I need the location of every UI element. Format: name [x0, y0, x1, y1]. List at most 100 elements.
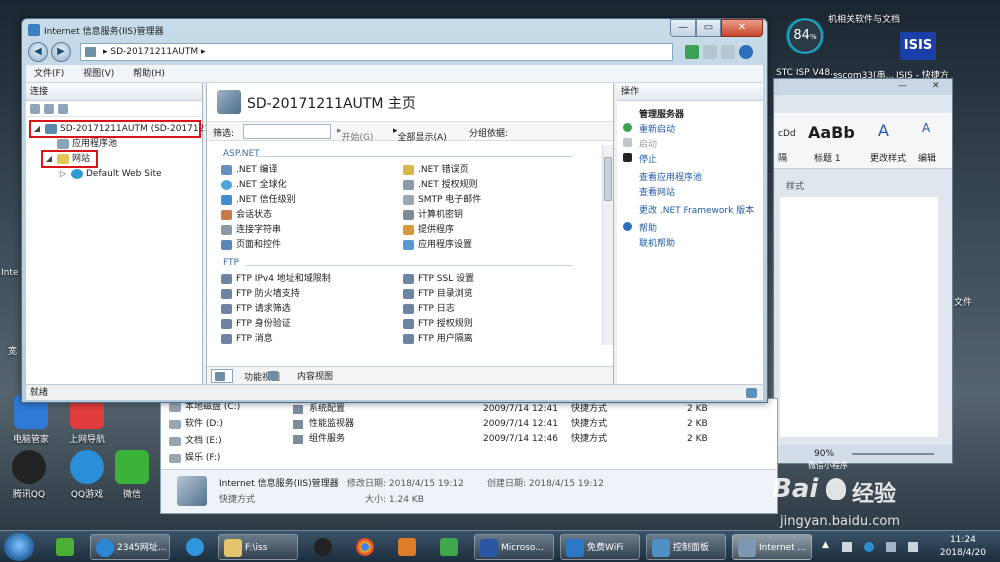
word-zoom-slider[interactable]	[852, 453, 934, 455]
feature-item[interactable]: .NET 授权规则	[403, 178, 478, 192]
feature-item[interactable]: .NET 错误页	[403, 163, 469, 177]
start-button[interactable]	[4, 533, 34, 561]
refresh-icon[interactable]	[58, 104, 68, 114]
filter-input[interactable]	[243, 124, 331, 139]
scrollbar-thumb[interactable]	[604, 157, 612, 201]
isis-icon[interactable]: ISIS	[900, 32, 936, 60]
group-by-label[interactable]: 分组依据:	[469, 126, 508, 139]
desktop-top-item[interactable]: 文件	[954, 295, 972, 308]
feature-item[interactable]: FTP 授权规则	[403, 317, 473, 331]
feature-item[interactable]: 应用程序设置	[403, 238, 472, 252]
connect-icon[interactable]	[685, 45, 699, 59]
volume-icon[interactable]	[908, 542, 918, 552]
taskbar-item-control-panel[interactable]: 控制面板	[646, 534, 726, 560]
tray-expand-icon[interactable]: ▲	[822, 540, 829, 550]
tab-content-view[interactable]: 内容视图	[265, 369, 333, 383]
table-row[interactable]: 系统配置 2009/7/14 12:41 快捷方式 2 KB	[289, 402, 769, 417]
feature-item[interactable]: .NET 编译	[221, 163, 278, 177]
show-all-button[interactable]: ▸ 全部显示(A)	[393, 126, 447, 143]
forward-button[interactable]: ▶	[51, 42, 71, 62]
action-view-sites[interactable]: 查看网站	[639, 185, 675, 198]
taskbar-qq[interactable]	[306, 534, 340, 560]
feature-item[interactable]: FTP 身份验证	[221, 317, 291, 331]
home-icon[interactable]	[721, 45, 735, 59]
action-online-help[interactable]: 联机帮助	[639, 236, 675, 249]
tray-app-icon[interactable]	[842, 542, 852, 552]
maximize-button[interactable]: ▭	[696, 19, 721, 37]
tree-node-app-pools[interactable]: 应用程序池	[44, 137, 117, 151]
menu-help[interactable]: 帮助(H)	[125, 65, 173, 83]
desktop-top-item[interactable]: 宽	[8, 344, 17, 357]
feature-item[interactable]: FTP 用户隔离	[403, 332, 473, 345]
titlebar[interactable]: Internet 信息服务(IIS)管理器 — ▭ ✕	[22, 19, 767, 41]
desktop-top-item[interactable]: STC ISP V48...	[776, 68, 839, 78]
save-icon[interactable]	[44, 104, 54, 114]
taskbar-item-2345[interactable]: 2345网址...	[90, 534, 170, 560]
taskbar-video[interactable]	[390, 534, 424, 560]
desktop-top-item[interactable]: 机相关软件与文档	[828, 12, 900, 25]
feature-item[interactable]: 连接字符串	[221, 223, 281, 237]
word-page[interactable]	[780, 197, 938, 437]
menu-file[interactable]: 文件(F)	[26, 65, 72, 83]
action-change-dotnet-version[interactable]: 更改 .NET Framework 版本	[639, 203, 754, 216]
nav-drive-d[interactable]: 软件 (D:)	[161, 416, 281, 433]
taskbar-item-explorer[interactable]: F:\iss	[218, 534, 298, 560]
word-close-button[interactable]: ✕	[932, 81, 946, 93]
iis-manager-window[interactable]: Internet 信息服务(IIS)管理器 — ▭ ✕ ◀ ▶ ▸ SD-201…	[21, 18, 768, 403]
feature-item[interactable]: .NET 信任级别	[221, 193, 296, 207]
expand-triangle-icon[interactable]: ▷	[58, 167, 68, 181]
action-restart[interactable]: 重新启动	[639, 122, 675, 135]
table-row[interactable]: 组件服务 2009/7/14 12:46 快捷方式 2 KB	[289, 432, 769, 447]
clock[interactable]: 11:24 2018/4/20	[940, 534, 986, 560]
word-style-heading1[interactable]: AaBb	[808, 123, 855, 142]
feature-item[interactable]: FTP 防火墙支持	[221, 287, 300, 301]
desktop-icon-qq-game[interactable]: QQ游戏	[58, 450, 116, 500]
word-change-styles-icon[interactable]: A	[878, 121, 889, 140]
feature-item[interactable]: 提供程序	[403, 223, 454, 237]
feature-item[interactable]: FTP 日志	[403, 302, 455, 316]
address-field[interactable]: ▸ SD-20171211AUTM ▸	[80, 43, 673, 61]
wechat-widget[interactable]: 微信小程序	[808, 460, 848, 474]
menu-view[interactable]: 视图(V)	[75, 65, 122, 83]
feature-item[interactable]: FTP 目录浏览	[403, 287, 473, 301]
taskbar-iqiyi[interactable]	[48, 534, 82, 560]
action-help[interactable]: 帮助	[639, 221, 657, 234]
feature-item[interactable]: SMTP 电子邮件	[403, 193, 481, 207]
action-view-app-pools[interactable]: 查看应用程序池	[639, 170, 702, 183]
feature-item[interactable]: FTP 消息	[221, 332, 273, 345]
feature-item[interactable]: 会话状态	[221, 208, 272, 222]
features-scrollbar[interactable]	[602, 145, 613, 345]
word-edit-icon[interactable]: A	[922, 121, 930, 135]
taskbar-chrome[interactable]	[348, 534, 382, 560]
tree-node-default-web-site[interactable]: ▷ Default Web Site	[58, 167, 162, 181]
new-connection-icon[interactable]	[30, 104, 40, 114]
word-minimize-button[interactable]: —	[898, 81, 912, 93]
word-zoom[interactable]: 90%	[814, 449, 834, 459]
network-icon[interactable]	[886, 542, 896, 552]
table-row[interactable]: 性能监视器 2009/7/14 12:41 快捷方式 2 KB	[289, 417, 769, 432]
minimize-button[interactable]: —	[670, 19, 696, 37]
desktop-icon-qq[interactable]: 腾讯QQ	[0, 450, 58, 500]
feature-item[interactable]: 计算机密钥	[403, 208, 463, 222]
word-window[interactable]: — ✕ cDd AaBb A A 隔 标题 1 更改样式 编辑 样式 90%	[773, 78, 953, 464]
feature-item[interactable]: FTP 请求筛选	[221, 302, 291, 316]
stop-icon[interactable]	[703, 45, 717, 59]
taskbar-item-word[interactable]: Microso...	[474, 534, 554, 560]
nav-drive-f[interactable]: 娱乐 (F:)	[161, 450, 281, 467]
action-stop[interactable]: 停止	[639, 152, 657, 165]
explorer-window[interactable]: 本地磁盘 (C:) 软件 (D:) 文档 (E:) 娱乐 (F:) 系统配置 2…	[160, 398, 778, 514]
nav-drive-e[interactable]: 文档 (E:)	[161, 433, 281, 450]
section-aspnet[interactable]: ASP.NET	[223, 149, 260, 159]
feature-item[interactable]: FTP SSL 设置	[403, 272, 474, 286]
taskbar-item-iis[interactable]: Internet ...	[732, 534, 812, 560]
taskbar-item-wifi[interactable]: 免费WiFi	[560, 534, 640, 560]
desktop-icon-wechat[interactable]: 微信	[110, 450, 154, 500]
close-button[interactable]: ✕	[721, 19, 763, 37]
tray-app-icon[interactable]	[864, 542, 874, 552]
word-style-partial[interactable]: cDd	[778, 129, 796, 139]
taskbar-media[interactable]	[432, 534, 466, 560]
go-button[interactable]: ▸ 开始(G)	[337, 126, 374, 143]
desktop-top-item[interactable]: Inte	[1, 268, 18, 278]
feature-item[interactable]: FTP IPv4 地址和域限制	[221, 272, 331, 286]
back-button[interactable]: ◀	[28, 42, 48, 62]
